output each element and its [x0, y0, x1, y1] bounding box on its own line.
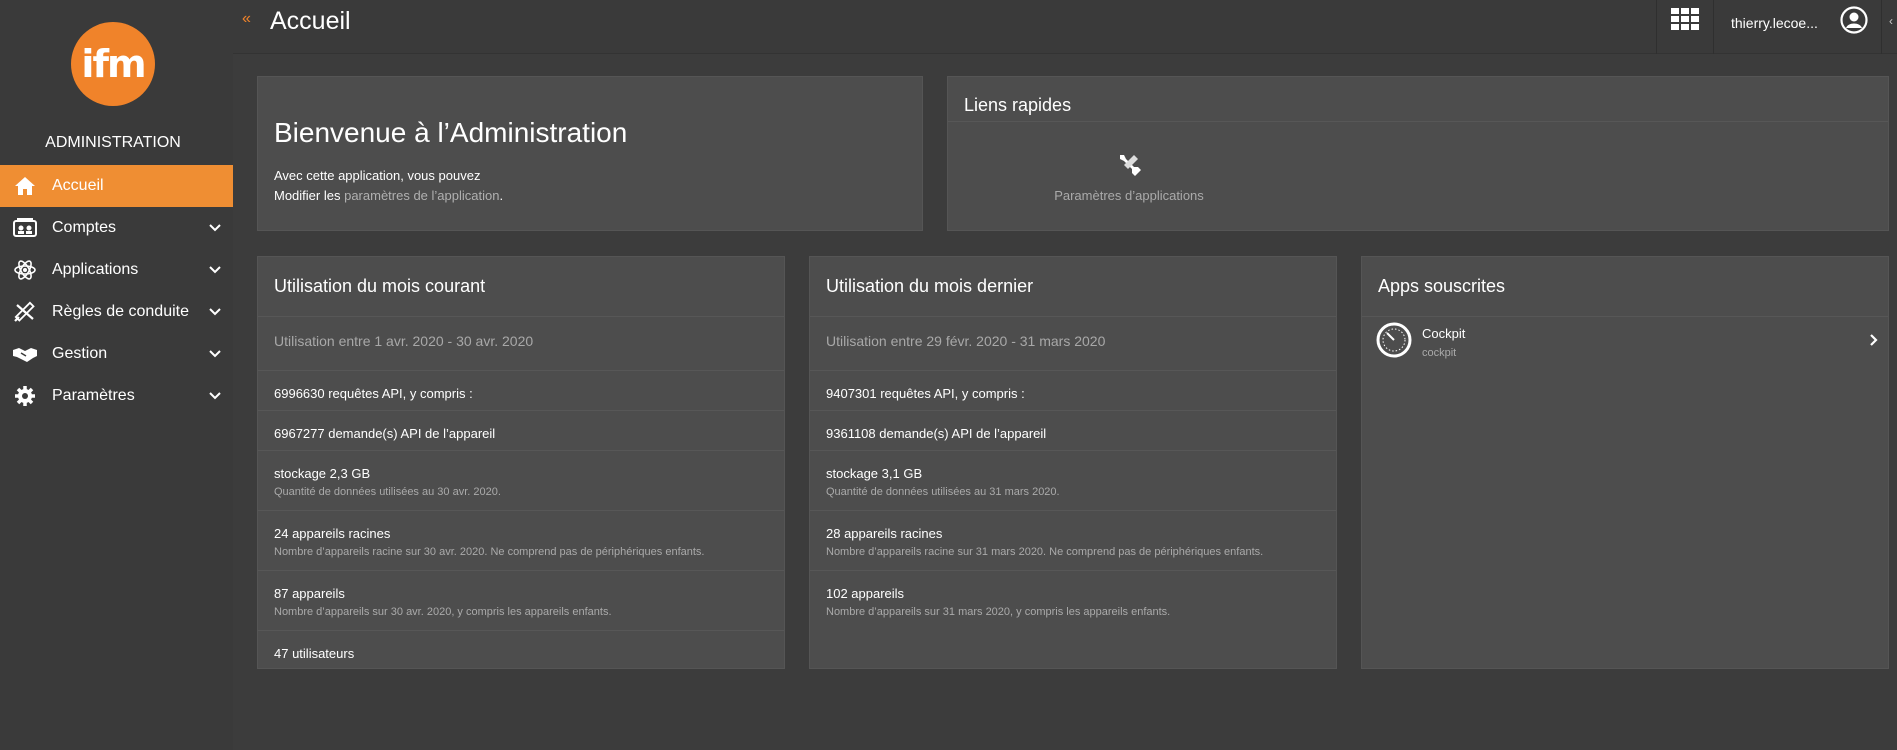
list-item: 6967277 demande(s) API de l’appareil — [258, 410, 784, 450]
chevron-down-icon — [209, 392, 221, 400]
list-item: 28 appareils racines Nombre d’appareils … — [810, 510, 1336, 570]
chevron-right-icon — [1870, 334, 1878, 346]
cockpit-app-icon — [1376, 322, 1412, 358]
sidebar-item-label: Gestion — [52, 345, 108, 362]
last-storage: stockage 3,1 GB — [826, 466, 923, 481]
quick-link-label: Paramètres d’applications — [1054, 188, 1204, 203]
list-item: 87 appareils Nombre d’appareils sur 30 a… — [258, 570, 784, 630]
quick-link-app-settings[interactable]: Paramètres d’applications — [1024, 151, 1234, 203]
sidebar-item-label: Applications — [52, 261, 139, 278]
list-item: stockage 2,3 GB Quantité de données util… — [258, 450, 784, 510]
divider — [948, 121, 1888, 122]
last-devices-sub: Nombre d’appareils sur 31 mars 2020, y c… — [826, 606, 1171, 618]
list-item: 9361108 demande(s) API de l’appareil — [810, 410, 1336, 450]
subscribed-app-cockpit[interactable]: Cockpit cockpit — [1362, 316, 1888, 372]
chevron-down-icon — [209, 308, 221, 316]
logo-text: ifm — [81, 42, 146, 86]
app-title: ADMINISTRATION — [45, 134, 181, 151]
welcome-title: Bienvenue à l’Administration — [274, 117, 628, 148]
sidebar-item-label: Règles de conduite — [52, 303, 189, 320]
ifm-logo[interactable]: ifm — [71, 22, 155, 106]
current-month-title: Utilisation du mois courant — [274, 276, 486, 296]
subscribed-apps-title: Apps souscrites — [1378, 276, 1506, 296]
handshake-icon — [12, 343, 38, 365]
welcome-line1: Avec cette application, vous pouvez — [274, 168, 481, 183]
sidebar-item-regles[interactable]: Règles de conduite — [0, 291, 233, 333]
app-id: cockpit — [1422, 347, 1457, 359]
sidebar-item-gestion[interactable]: Gestion — [0, 333, 233, 375]
sidebar: ifm ADMINISTRATION Accueil Comptes Appli… — [0, 0, 233, 750]
quick-links-title: Liens rapides — [964, 95, 1072, 115]
last-month-title: Utilisation du mois dernier — [826, 276, 1034, 296]
last-month-usage-card: Utilisation du mois dernier Utilisation … — [809, 256, 1337, 669]
current-root-devices: 24 appareils racines — [274, 526, 391, 541]
last-api-requests: 9407301 requêtes API, y compris : — [826, 386, 1025, 401]
accounts-icon — [12, 217, 38, 239]
page-title: Accueil — [270, 7, 351, 35]
applications-icon — [12, 259, 38, 281]
current-month-usage-card: Utilisation du mois courant Utilisation … — [257, 256, 785, 669]
last-month-range: Utilisation entre 29 févr. 2020 - 31 mar… — [826, 333, 1106, 349]
sidebar-item-accueil[interactable]: Accueil — [0, 165, 233, 207]
sidebar-item-applications[interactable]: Applications — [0, 249, 233, 291]
sidebar-item-label: Paramètres — [52, 387, 135, 404]
rules-icon — [12, 301, 38, 323]
current-root-devices-sub: Nombre d’appareils racine sur 30 avr. 20… — [274, 546, 705, 558]
welcome-line2: Modifier les paramètres de l’application… — [274, 188, 503, 203]
last-storage-sub: Quantité de données utilisées au 31 mars… — [826, 486, 1060, 498]
sidebar-nav: Accueil Comptes Applications Règles de c… — [0, 165, 233, 417]
current-api-requests: 6996630 requêtes API, y compris : — [274, 386, 473, 401]
collapse-sidebar-button[interactable]: « — [242, 10, 251, 28]
welcome-card: Bienvenue à l’Administration Avec cette … — [257, 76, 923, 231]
welcome-line2-prefix: Modifier les — [274, 188, 341, 203]
subscribed-apps-card: Apps souscrites Cockpit cockpit — [1361, 256, 1889, 669]
current-users: 47 utilisateurs — [274, 646, 355, 661]
last-devices: 102 appareils — [826, 586, 905, 601]
divider — [1881, 0, 1882, 54]
tools-icon — [1120, 155, 1141, 176]
current-storage: stockage 2,3 GB — [274, 466, 371, 481]
sidebar-item-parametres[interactable]: Paramètres — [0, 375, 233, 417]
list-item: 47 utilisateurs — [258, 630, 784, 670]
app-name: Cockpit — [1422, 326, 1466, 341]
chevron-down-icon — [209, 266, 221, 274]
home-icon — [12, 175, 38, 197]
current-month-range-row: Utilisation entre 1 avr. 2020 - 30 avr. … — [258, 316, 784, 370]
list-item: 9407301 requêtes API, y compris : — [810, 370, 1336, 410]
sidebar-item-label: Accueil — [52, 177, 104, 194]
current-devices: 87 appareils — [274, 586, 345, 601]
list-item: 24 appareils racines Nombre d’appareils … — [258, 510, 784, 570]
chevron-down-icon — [209, 224, 221, 232]
chevron-down-icon — [209, 350, 221, 358]
list-item: 102 appareils Nombre d’appareils sur 31 … — [810, 570, 1336, 630]
quick-links-card: Liens rapides Paramètres d’applications — [947, 76, 1889, 231]
divider — [1713, 0, 1714, 54]
welcome-line2-suffix: . — [499, 188, 504, 203]
chevron-left-icon[interactable]: ‹ — [1889, 14, 1893, 28]
divider — [1656, 0, 1657, 54]
last-month-range-row: Utilisation entre 29 févr. 2020 - 31 mar… — [810, 316, 1336, 370]
current-devices-sub: Nombre d’appareils sur 30 avr. 2020, y c… — [274, 606, 612, 618]
list-item: 6996630 requêtes API, y compris : — [258, 370, 784, 410]
last-device-api: 9361108 demande(s) API de l’appareil — [826, 426, 1047, 441]
top-bar: « Accueil thierry.lecoe... ‹ — [233, 0, 1897, 54]
current-device-api: 6967277 demande(s) API de l’appareil — [274, 426, 496, 441]
current-month-range: Utilisation entre 1 avr. 2020 - 30 avr. … — [274, 333, 534, 349]
last-root-devices: 28 appareils racines — [826, 526, 943, 541]
list-item: stockage 3,1 GB Quantité de données util… — [810, 450, 1336, 510]
user-name[interactable]: thierry.lecoe... — [1731, 15, 1818, 31]
sidebar-item-label: Comptes — [52, 219, 117, 236]
app-switcher-icon[interactable] — [1671, 8, 1699, 30]
last-root-devices-sub: Nombre d’appareils racine sur 31 mars 20… — [826, 546, 1264, 558]
app-settings-link[interactable]: paramètres de l’application — [344, 188, 499, 203]
current-storage-sub: Quantité de données utilisées au 30 avr.… — [274, 486, 501, 498]
user-avatar-icon[interactable] — [1840, 6, 1868, 34]
gear-icon — [12, 385, 38, 407]
sidebar-item-comptes[interactable]: Comptes — [0, 207, 233, 249]
